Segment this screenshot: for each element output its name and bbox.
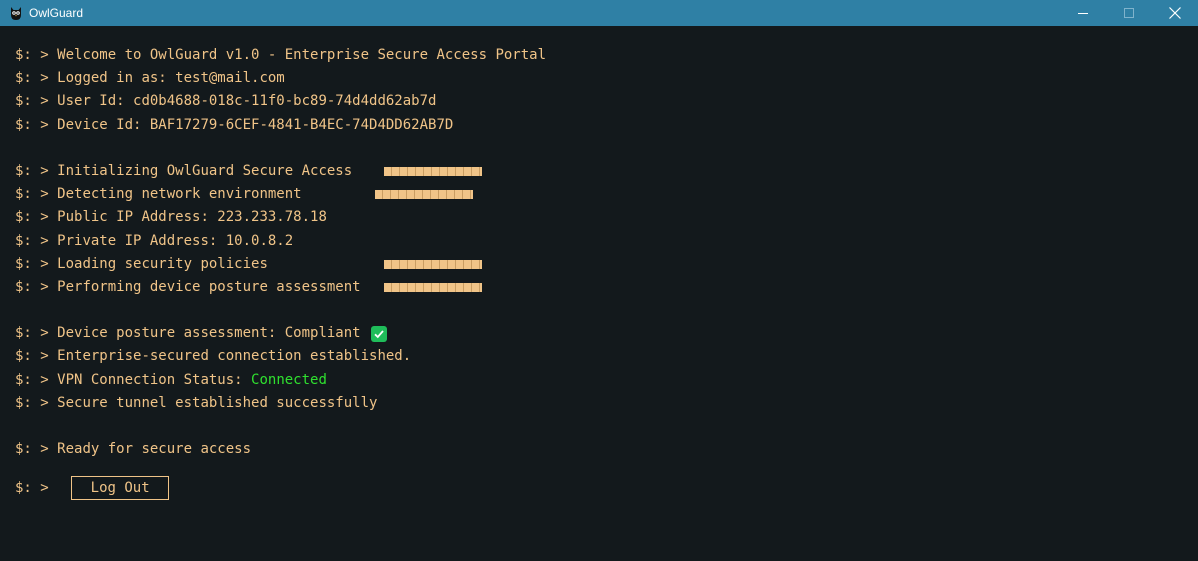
terminal-line: $: > Initializing OwlGuard Secure Access bbox=[15, 160, 1183, 183]
terminal-line: $: > Device Id: BAF17279-6CEF-4841-B4EC-… bbox=[15, 114, 1183, 137]
title-bar[interactable]: OwlGuard bbox=[0, 0, 1198, 26]
terminal-line: $: > Welcome to OwlGuard v1.0 - Enterpri… bbox=[15, 44, 1183, 67]
private-ip-line: Private IP Address: 10.0.8.2 bbox=[57, 232, 294, 249]
detecting-line: Detecting network environment bbox=[57, 186, 302, 203]
terminal-line: $: > Logged in as: test@mail.com bbox=[15, 67, 1183, 90]
terminal-line: $: > VPN Connection Status: Connected bbox=[15, 369, 1183, 392]
minimize-button[interactable] bbox=[1060, 0, 1106, 26]
window-controls bbox=[1060, 0, 1198, 26]
logout-row: $: > Log Out bbox=[15, 475, 1183, 501]
prompt: $: > bbox=[15, 348, 58, 365]
terminal-line: $: > Device posture assessment: Complian… bbox=[15, 322, 1183, 345]
prompt: $: > bbox=[15, 325, 58, 342]
welcome-line: Welcome to OwlGuard v1.0 - Enterprise Se… bbox=[57, 47, 547, 63]
progress-fill bbox=[384, 282, 482, 292]
terminal-line: $: > Loading security policies bbox=[15, 253, 1183, 276]
logout-button[interactable]: Log Out bbox=[71, 476, 170, 501]
prompt: $: > bbox=[15, 70, 58, 87]
posture-line: Performing device posture assessment bbox=[57, 278, 361, 295]
connection-line: Enterprise-secured connection establishe… bbox=[57, 348, 412, 365]
terminal-line: $: > Enterprise-secured connection estab… bbox=[15, 345, 1183, 368]
minimize-icon bbox=[1078, 13, 1088, 14]
loading-policies-line: Loading security policies bbox=[57, 255, 268, 272]
progress-bar-initializing bbox=[384, 160, 482, 183]
initializing-line: Initializing OwlGuard Secure Access bbox=[57, 162, 353, 179]
progress-bar-posture bbox=[384, 276, 482, 299]
vpn-status-label: VPN Connection Status: bbox=[57, 371, 252, 388]
owl-icon bbox=[8, 5, 24, 21]
terminal-line: $: > Public IP Address: 223.233.78.18 bbox=[15, 206, 1183, 229]
ready-line: Ready for secure access bbox=[57, 441, 252, 458]
terminal-line: $: > Performing device posture assessmen… bbox=[15, 276, 1183, 299]
terminal-line: $: > Private IP Address: 10.0.8.2 bbox=[15, 230, 1183, 253]
posture-result-line: Device posture assessment: Compliant bbox=[57, 325, 361, 342]
prompt: $: > bbox=[15, 209, 58, 226]
prompt: $: > bbox=[15, 116, 58, 133]
progress-fill bbox=[375, 190, 473, 200]
terminal-output: $: > Welcome to OwlGuard v1.0 - Enterpri… bbox=[15, 44, 1183, 501]
prompt: $: > bbox=[15, 371, 58, 388]
terminal-line: $: > Ready for secure access bbox=[15, 438, 1183, 461]
maximize-button[interactable] bbox=[1106, 0, 1152, 26]
maximize-icon bbox=[1124, 8, 1134, 18]
prompt: $: > bbox=[15, 47, 58, 63]
prompt: $: > bbox=[15, 232, 58, 249]
prompt: $: > bbox=[15, 441, 58, 458]
progress-bar-policies bbox=[384, 253, 482, 276]
user-id-line: User Id: cd0b4688-018c-11f0-bc89-74d4dd6… bbox=[57, 93, 437, 110]
progress-fill bbox=[384, 167, 482, 177]
close-icon bbox=[1169, 7, 1181, 19]
prompt: $: > bbox=[15, 278, 58, 295]
prompt: $: > bbox=[15, 162, 58, 179]
logged-in-line: Logged in as: test@mail.com bbox=[57, 70, 285, 87]
prompt: $: > bbox=[15, 186, 58, 203]
app-window: OwlGuard $: > Welcome to OwlGuard v1.0 -… bbox=[0, 0, 1198, 561]
check-icon bbox=[370, 325, 387, 342]
window-title: OwlGuard bbox=[29, 6, 84, 20]
terminal-line: $: > Detecting network environment bbox=[15, 183, 1183, 206]
prompt: $: > bbox=[15, 93, 58, 110]
terminal-line: $: > Secure tunnel established successfu… bbox=[15, 392, 1183, 415]
progress-bar-detecting bbox=[375, 183, 473, 206]
prompt: $: > bbox=[15, 394, 58, 411]
tunnel-line: Secure tunnel established successfully bbox=[57, 394, 378, 411]
close-button[interactable] bbox=[1152, 0, 1198, 26]
public-ip-line: Public IP Address: 223.233.78.18 bbox=[57, 209, 327, 226]
prompt: $: > bbox=[15, 255, 58, 272]
terminal-line: $: > User Id: cd0b4688-018c-11f0-bc89-74… bbox=[15, 90, 1183, 113]
vpn-status-value: Connected bbox=[251, 371, 327, 388]
device-id-line: Device Id: BAF17279-6CEF-4841-B4EC-74D4D… bbox=[57, 116, 454, 133]
prompt: $: > bbox=[15, 480, 58, 497]
progress-fill bbox=[384, 259, 482, 269]
